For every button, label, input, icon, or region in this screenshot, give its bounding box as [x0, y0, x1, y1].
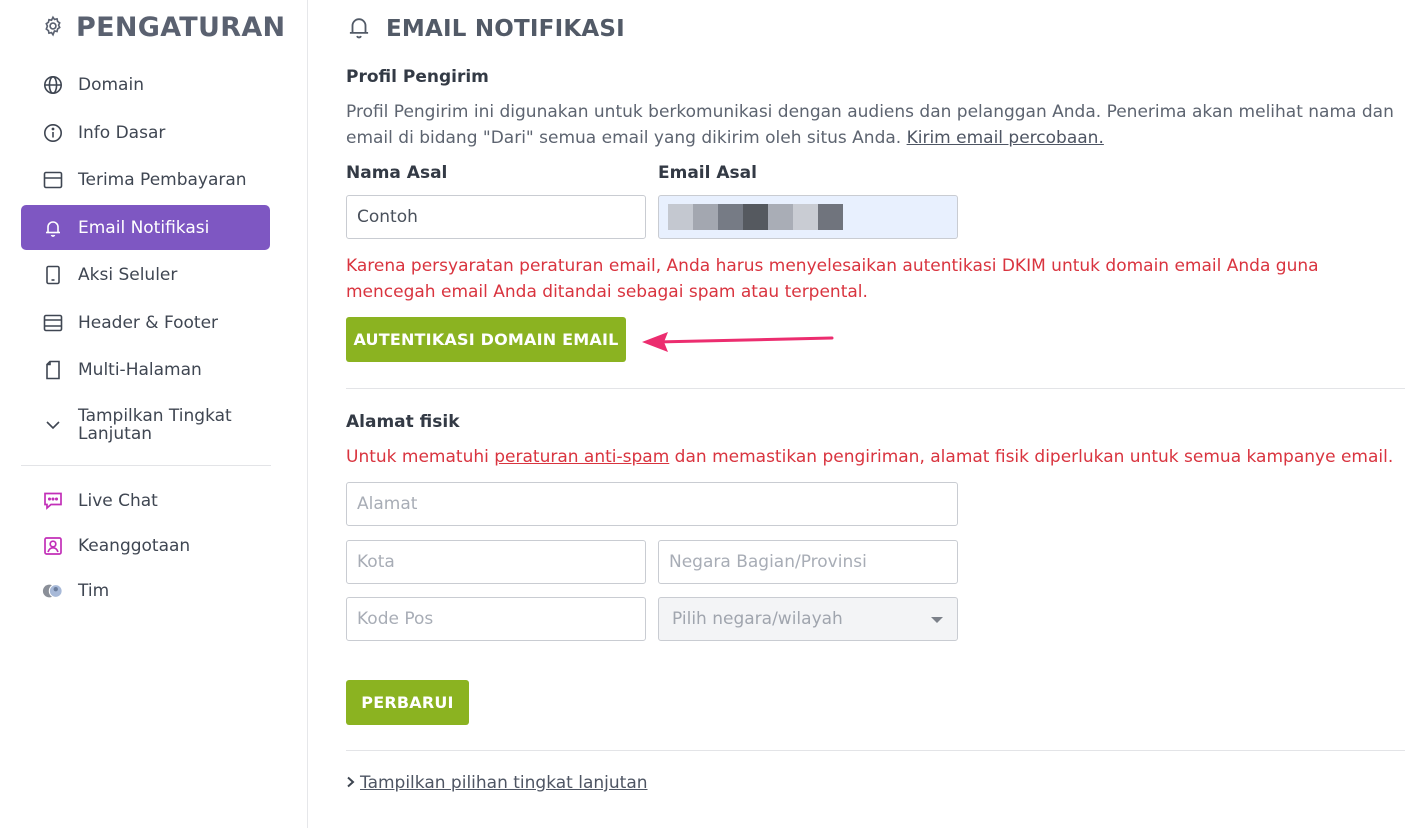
- sender-profile-heading: Profil Pengirim: [346, 67, 489, 87]
- authenticate-domain-button[interactable]: AUTENTIKASI DOMAIN EMAIL: [346, 317, 626, 362]
- sidebar-item-multi-halaman[interactable]: Multi-Halaman: [21, 347, 270, 392]
- dropdown-caret-icon: [931, 617, 943, 623]
- sidebar-item-label: Terima Pembayaran: [78, 169, 247, 190]
- sidebar-item-keanggotaan[interactable]: Keanggotaan: [21, 523, 270, 568]
- notice-text: Untuk mematuhi: [346, 447, 495, 467]
- sender-name-input[interactable]: Contoh: [346, 195, 646, 239]
- member-icon: [42, 535, 64, 557]
- sidebar-item-tampilkan-lanjutan[interactable]: Tampilkan Tingkat Lanjutan: [21, 400, 270, 450]
- sidebar-title: PENGATURAN: [76, 12, 286, 43]
- sidebar-item-aksi-seluler[interactable]: Aksi Seluler: [21, 252, 270, 297]
- street-placeholder: Alamat: [357, 494, 418, 514]
- address-heading: Alamat fisik: [346, 412, 460, 432]
- sender-name-value: Contoh: [357, 207, 418, 227]
- page-header: EMAIL NOTIFIKASI: [346, 14, 625, 44]
- street-address-input[interactable]: Alamat: [346, 482, 958, 526]
- city-input[interactable]: Kota: [346, 540, 646, 584]
- page-title: EMAIL NOTIFIKASI: [386, 16, 625, 42]
- chat-icon: [42, 490, 64, 512]
- sidebar-item-label: Aksi Seluler: [78, 264, 178, 285]
- advanced-options-link[interactable]: Tampilkan pilihan tingkat lanjutan: [360, 773, 648, 793]
- notice-text: dan memastikan pengiriman, alamat fisik …: [669, 447, 1394, 467]
- sidebar-item-terima-pembayaran[interactable]: Terima Pembayaran: [21, 157, 270, 202]
- bell-icon: [346, 14, 372, 44]
- state-placeholder: Negara Bagian/Provinsi: [669, 552, 867, 572]
- sender-profile-description: Profil Pengirim ini digunakan untuk berk…: [346, 99, 1404, 151]
- sidebar-item-label: Live Chat: [78, 490, 158, 511]
- layout-icon: [42, 312, 64, 334]
- dkim-warning-text: Karena persyaratan peraturan email, Anda…: [346, 256, 1319, 302]
- sidebar-item-header-footer[interactable]: Header & Footer: [21, 300, 270, 345]
- send-test-email-link[interactable]: Kirim email percobaan.: [907, 128, 1104, 148]
- info-icon: [42, 122, 64, 144]
- redacted-email-pixelation: [668, 204, 843, 230]
- team-avatars-icon: [42, 580, 64, 602]
- zip-input[interactable]: Kode Pos: [346, 597, 646, 641]
- mobile-icon: [42, 264, 64, 286]
- sidebar-item-info-dasar[interactable]: Info Dasar: [21, 110, 270, 155]
- anti-spam-notice: Untuk mematuhi peraturan anti-spam dan m…: [346, 444, 1404, 470]
- bell-icon: [42, 217, 64, 239]
- sender-email-input[interactable]: [658, 195, 958, 239]
- sidebar-item-label: Tampilkan Tingkat Lanjutan: [78, 406, 232, 444]
- sidebar-header: PENGATURAN: [42, 12, 285, 43]
- page-icon: [42, 359, 64, 381]
- description-text: Profil Pengirim ini digunakan untuk berk…: [346, 102, 1394, 148]
- advanced-options-toggle[interactable]: Tampilkan pilihan tingkat lanjutan: [346, 773, 648, 793]
- gear-icon: [42, 15, 64, 41]
- sender-email-label: Email Asal: [658, 163, 757, 183]
- sender-name-label: Nama Asal: [346, 163, 448, 183]
- city-placeholder: Kota: [357, 552, 395, 572]
- anti-spam-link[interactable]: peraturan anti-spam: [494, 447, 669, 467]
- sidebar-item-email-notifikasi[interactable]: Email Notifikasi: [21, 205, 270, 250]
- settings-sidebar: PENGATURAN Domain Info Dasar Terima Pemb…: [0, 0, 308, 828]
- section-divider: [346, 750, 1405, 751]
- country-select[interactable]: Pilih negara/wilayah: [658, 597, 958, 641]
- sidebar-item-live-chat[interactable]: Live Chat: [21, 478, 270, 523]
- sidebar-item-label: Info Dasar: [78, 122, 166, 143]
- annotation-arrow-icon: [642, 332, 834, 352]
- chevron-right-icon: [346, 773, 356, 793]
- country-placeholder: Pilih negara/wilayah: [672, 609, 843, 629]
- sidebar-item-label: Header & Footer: [78, 312, 219, 333]
- sidebar-item-tim[interactable]: Tim: [21, 568, 270, 613]
- sidebar-item-label: Tim: [78, 580, 110, 601]
- sidebar-divider: [21, 465, 271, 466]
- sidebar-item-label: Multi-Halaman: [78, 359, 202, 380]
- payment-icon: [42, 169, 64, 191]
- sidebar-item-label: Email Notifikasi: [78, 217, 210, 238]
- chevron-down-icon: [42, 414, 64, 436]
- sidebar-item-label: Keanggotaan: [78, 535, 191, 556]
- zip-placeholder: Kode Pos: [357, 609, 434, 629]
- state-input[interactable]: Negara Bagian/Provinsi: [658, 540, 958, 584]
- update-button[interactable]: PERBARUI: [346, 680, 469, 725]
- sidebar-item-domain[interactable]: Domain: [21, 62, 270, 107]
- sidebar-item-label: Domain: [78, 74, 144, 95]
- section-divider: [346, 388, 1405, 389]
- globe-icon: [42, 74, 64, 96]
